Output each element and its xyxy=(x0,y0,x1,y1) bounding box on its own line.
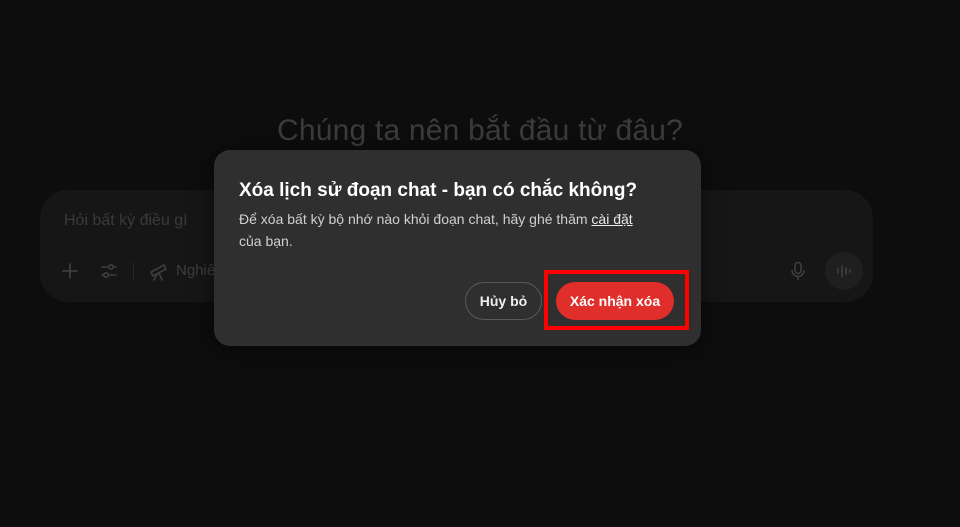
settings-link[interactable]: cài đặt xyxy=(591,211,632,227)
microphone-icon[interactable] xyxy=(789,261,807,281)
research-tool-label[interactable]: Nghiê xyxy=(176,262,215,279)
app-page: Chúng ta nên bắt đầu từ đâu? Nghiê xyxy=(0,0,960,527)
cancel-button[interactable]: Hủy bỏ xyxy=(465,282,542,320)
toolbar-divider xyxy=(133,262,134,280)
page-heading: Chúng ta nên bắt đầu từ đâu? xyxy=(276,114,683,147)
dialog-body-text: Để xóa bất kỳ bộ nhớ nào khỏi đoạn chat,… xyxy=(239,211,592,227)
plus-icon[interactable] xyxy=(60,261,80,281)
telescope-icon[interactable] xyxy=(148,261,170,281)
sliders-icon[interactable] xyxy=(99,261,119,281)
dialog-body: Để xóa bất kỳ bộ nhớ nào khỏi đoạn chat,… xyxy=(239,208,679,252)
dialog-title: Xóa lịch sử đoạn chat - bạn có chắc khôn… xyxy=(239,180,638,201)
dialog-body-text-end: của bạn. xyxy=(239,233,293,249)
delete-history-dialog: Xóa lịch sử đoạn chat - bạn có chắc khôn… xyxy=(214,150,701,346)
confirm-delete-button[interactable]: Xác nhận xóa xyxy=(556,282,674,320)
voice-mode-button[interactable] xyxy=(825,252,863,290)
voice-wave-icon xyxy=(837,265,851,277)
